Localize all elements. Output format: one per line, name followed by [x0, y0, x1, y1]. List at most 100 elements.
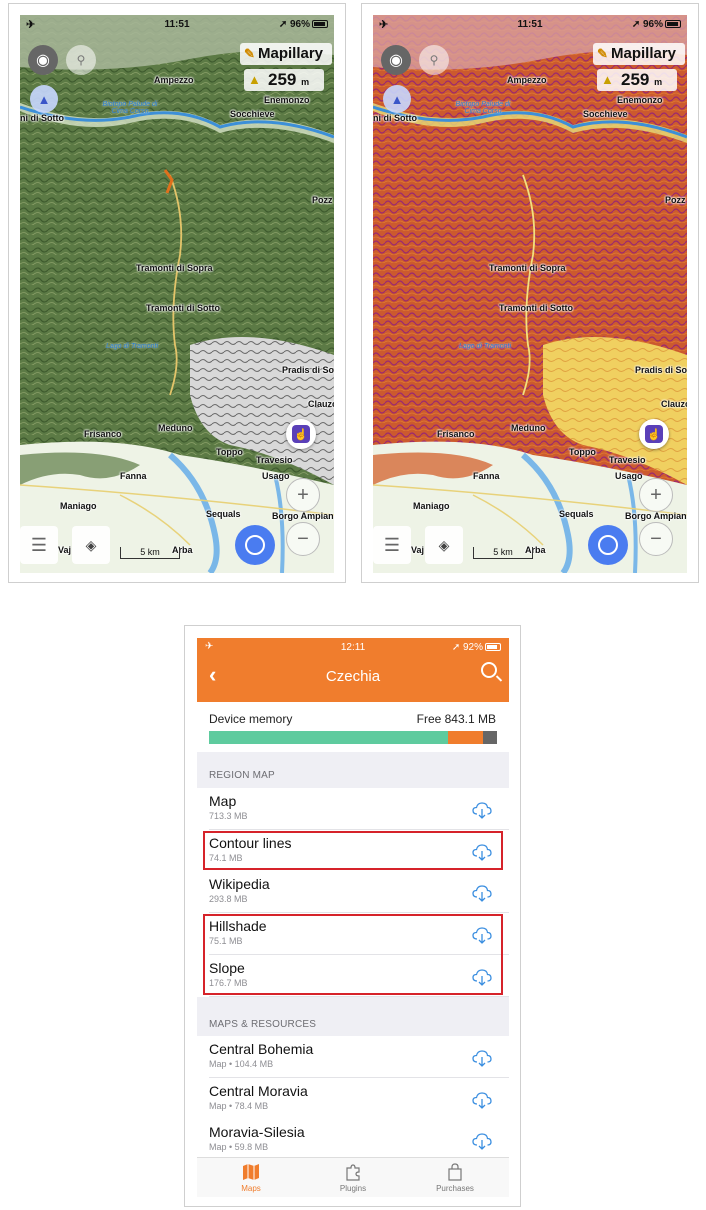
search-icon: ⚲ [76, 53, 86, 67]
zoom-out-button[interactable]: − [639, 522, 673, 556]
search-button[interactable]: ⚲ [419, 45, 449, 75]
place-label: Enemonzo [617, 95, 663, 105]
minus-icon: − [650, 527, 662, 550]
search-button[interactable] [481, 662, 497, 678]
highlight-box [203, 830, 503, 871]
section-header-region: REGION MAP [209, 770, 275, 781]
search-icon: ⚲ [429, 53, 439, 67]
place-label: Enemonzo [264, 95, 310, 105]
search-button[interactable]: ⚲ [66, 45, 96, 75]
highlight-box [203, 914, 503, 996]
tab-label: Plugins [339, 1184, 367, 1193]
battery-percent: 96% [642, 19, 663, 30]
mountain-icon: ▲ [601, 72, 614, 87]
scale-bar: 5 km [473, 547, 533, 559]
place-label: Tramonti di Sotto [499, 303, 573, 313]
wand-icon: ✎ [244, 46, 255, 61]
menu-button[interactable]: ☰ [373, 526, 411, 564]
compass-icon: ▲ [37, 91, 51, 107]
plugin-button[interactable]: ☝ [639, 419, 669, 449]
place-label: Pozz [665, 195, 686, 205]
place-label: Clauzo [661, 399, 687, 409]
phone-screen: ✈ 11:51 ➚ 96% ◉ ⚲ ▲ ✎ Mapillary ▲ 259 m Am… [373, 15, 687, 573]
memory-bar [209, 731, 497, 744]
altitude-unit: m [301, 77, 310, 87]
scale-bar: 5 km [120, 547, 180, 559]
mapillary-label: Mapillary [611, 45, 677, 62]
download-cloud-icon[interactable] [471, 1091, 493, 1109]
download-row[interactable]: Map 713.3 MB [197, 788, 509, 830]
altitude-value: 259 [621, 70, 650, 89]
altitude-widget[interactable]: ▲ 259 m [597, 69, 677, 91]
battery-icon [312, 20, 328, 28]
download-row[interactable]: Central Bohemia Map • 104.4 MB [197, 1036, 509, 1078]
place-label: Sequals [206, 509, 241, 519]
download-row[interactable]: Wikipedia 293.8 MB [197, 871, 509, 914]
compass-button[interactable]: ▲ [383, 85, 411, 113]
hand-icon: ☝ [645, 425, 663, 443]
battery-indicator: ➚ 92% [452, 642, 501, 653]
location-icon [598, 535, 618, 555]
page-title: Czechia [325, 668, 381, 685]
zoom-in-button[interactable]: + [639, 478, 673, 512]
item-size: Map • 78.4 MB [209, 1100, 269, 1111]
plugin-button[interactable]: ☝ [286, 419, 316, 449]
battery-indicator: ➚ 96% [632, 19, 681, 30]
tab-maps[interactable]: Maps [201, 1162, 301, 1193]
place-label: Ampezzo [154, 75, 194, 85]
memory-other-segment [448, 731, 483, 744]
menu-button[interactable]: ☰ [20, 526, 58, 564]
location-icon [245, 535, 265, 555]
place-label: Frisanco [437, 429, 475, 439]
battery-percent: 92% [462, 642, 483, 653]
route-icon: ◈ [438, 536, 450, 553]
mapillary-widget[interactable]: ✎ Mapillary [593, 43, 685, 65]
device-memory-panel: Device memory Free 843.1 MB [197, 702, 509, 752]
download-cloud-icon[interactable] [471, 801, 493, 819]
puzzle-icon [346, 1164, 360, 1181]
place-label: Tramonti di Sotto [146, 303, 220, 313]
zoom-in-button[interactable]: + [286, 478, 320, 512]
globe-icon: ◉ [36, 52, 50, 69]
battery-icon [665, 20, 681, 28]
altitude-unit: m [654, 77, 663, 87]
route-button[interactable]: ◈ [72, 526, 110, 564]
place-label: Frisanco [84, 429, 122, 439]
place-label: Maniago [413, 501, 450, 511]
screenshot-slope-map: ✈ 11:51 ➚ 96% ◉ ⚲ ▲ ✎ Mapillary ▲ 259 m Am… [361, 3, 699, 583]
item-name: Map [209, 793, 237, 809]
map-style-button[interactable]: ◉ [381, 45, 411, 75]
download-row[interactable]: Central Moravia Map • 78.4 MB [197, 1077, 509, 1120]
compass-button[interactable]: ▲ [30, 85, 58, 113]
download-cloud-icon[interactable] [471, 884, 493, 903]
download-row[interactable]: Moravia-Silesia Map • 59.8 MB [197, 1119, 509, 1162]
tab-purchases[interactable]: Purchases [405, 1162, 505, 1193]
map-icon [243, 1164, 259, 1180]
place-label: Fanna [473, 471, 500, 481]
my-location-button[interactable] [235, 525, 275, 565]
item-name: Central Bohemia [209, 1041, 314, 1057]
status-bar: ✈ 11:51 ➚ 96% [373, 15, 687, 35]
zoom-out-button[interactable]: − [286, 522, 320, 556]
route-button[interactable]: ◈ [425, 526, 463, 564]
place-label: Vaj [58, 545, 72, 555]
water-label: Biotopo Palude di Cima Corso [455, 101, 511, 115]
place-label: Usago [262, 471, 290, 481]
map-style-button[interactable]: ◉ [28, 45, 58, 75]
place-label: Toppo [216, 447, 243, 457]
phone-screen: ✈ 12:11 ➚ 92% ‹ Czechia Device memory Fr… [197, 638, 509, 1197]
altitude-value: 259 [268, 70, 297, 89]
my-location-button[interactable] [588, 525, 628, 565]
plus-icon: + [650, 483, 662, 506]
item-name: Moravia-Silesia [209, 1124, 305, 1141]
status-bar: ✈ 11:51 ➚ 96% [20, 15, 334, 35]
download-cloud-icon[interactable] [471, 1132, 493, 1151]
download-cloud-icon[interactable] [471, 1049, 493, 1067]
place-label: Pradis di So [282, 365, 334, 375]
altitude-widget[interactable]: ▲ 259 m [244, 69, 324, 91]
tab-plugins[interactable]: Plugins [303, 1162, 403, 1193]
mapillary-widget[interactable]: ✎ Mapillary [240, 43, 332, 65]
battery-percent: 96% [289, 19, 310, 30]
place-label: Socchieve [583, 109, 628, 119]
place-label: ni di Sotto [20, 113, 64, 123]
